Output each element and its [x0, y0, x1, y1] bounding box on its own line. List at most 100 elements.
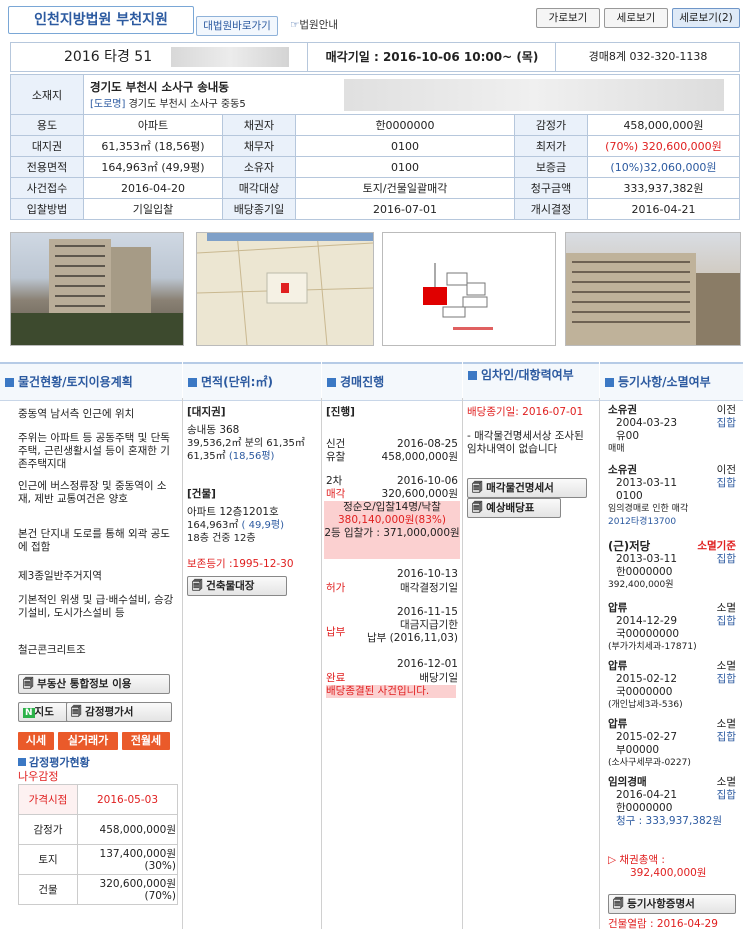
registry-type: 소유권	[608, 464, 637, 476]
vertical-view-button[interactable]: 세로보기	[604, 8, 668, 28]
appraisal-row-label: 토지	[18, 844, 78, 875]
location-map-image[interactable]	[196, 232, 374, 346]
bid-method-label: 입찰방법	[10, 198, 84, 220]
registry-entry: (근)저당 소멸기준 2013-03-11 집합 한0000000 392,400,000…	[608, 540, 736, 592]
creditor-label: 채권자	[222, 114, 296, 136]
horizontal-view-button[interactable]: 가로보기	[536, 8, 600, 28]
filed-label: 사건접수	[10, 177, 84, 199]
round-value: 대금지급기한	[400, 619, 458, 631]
registry-cert-button[interactable]: 🗐 등기사항증명서	[608, 894, 736, 914]
round-value: 458,000,000원	[381, 451, 458, 463]
usage-value: 아파트	[83, 114, 223, 136]
dividend-due: 배당종기일: 2016-07-01	[467, 406, 584, 418]
registry-date: 2013-03-11	[616, 553, 678, 565]
document-icon: 🗐	[192, 580, 203, 592]
map-button[interactable]: N 지도	[18, 702, 70, 722]
status-line: 제3종일반주거지역	[18, 570, 102, 582]
registry-entry: 소유권 이전 2004-03-23 집합 유00 매매	[608, 404, 736, 456]
real-estate-info-button[interactable]: 🗐 부동산 통합정보 이용	[18, 674, 170, 694]
appraisal-row-value: 2016-05-03	[77, 784, 178, 815]
rent-price-button[interactable]: 전월세	[122, 732, 170, 750]
registry-type: 압류	[608, 660, 628, 672]
registry-note2: 2012타경13700	[608, 517, 677, 527]
registry-status: 소멸	[716, 718, 736, 730]
land-right-title: [대지권]	[187, 406, 226, 418]
area-column: [대지권] 송내동 368 39,536,2㎡ 분의 61,35㎡ 61,35㎡…	[183, 398, 322, 929]
registry-note: (개인납세3과-536)	[608, 700, 683, 710]
supreme-court-link[interactable]: 대법원바로가기	[196, 16, 278, 36]
building-register-button[interactable]: 🗐 건축물대장	[187, 576, 287, 596]
total-claim-label: ▷ 채권총액 :	[608, 854, 665, 866]
real-transaction-button[interactable]: 실거래가	[58, 732, 118, 750]
area-value: 164,963㎡ (49,9평)	[83, 156, 223, 178]
registry-entry: 압류 소멸 2014-12-29 집합 국00000000 (부가가치세과-17871)	[608, 602, 736, 654]
registry-entry: 소유권 이전 2013-03-11 집합 0100 임의경매로 인한 매각 2012타경13…	[608, 464, 736, 529]
court-guide-label: 법원안내	[299, 19, 339, 31]
round-date: 2016-08-25	[396, 438, 458, 450]
land-right-value: 61,353㎡ (18,56평)	[83, 135, 223, 157]
registry-type: (근)저당	[608, 539, 651, 553]
sale-statement-button[interactable]: 🗐 매각물건명세서	[467, 478, 587, 498]
bullet-icon	[327, 378, 336, 387]
hand-pointer-icon: ☞	[289, 19, 300, 31]
land-area: 61,35㎡ (18,56평)	[187, 451, 275, 462]
registry-entry: 압류 소멸 2015-02-27 집합 부00000 (소사구세무과-0227)	[608, 718, 736, 770]
round-date: 2016-10-13	[396, 568, 458, 580]
bullet-icon	[605, 378, 614, 387]
appraisal-row-label: 건물	[18, 874, 78, 905]
appraisal-row-value: 137,400,000원 (30%)	[77, 844, 178, 875]
round-label: 매각	[326, 488, 346, 500]
registry-entry: 압류 소멸 2015-02-12 집합 국0000000 (개인납세3과-536)	[608, 660, 736, 712]
start-decision-value: 2016-04-21	[587, 198, 740, 220]
appraisal-org: 나우감정	[18, 770, 59, 783]
start-decision-label: 개시결정	[514, 198, 588, 220]
sale-target-value: 토지/건물일괄매각	[295, 177, 515, 199]
appraisal-report-button[interactable]: 🗐 감정평가서	[66, 702, 172, 722]
site-plan-image[interactable]	[382, 232, 556, 346]
registry-column: 소유권 이전 2004-03-23 집합 유00 매매 소유권 이전 2013-03-11 집합 0…	[600, 398, 743, 930]
registry-collective: 집합	[716, 789, 736, 801]
total-claim-value: 392,400,000원	[630, 867, 707, 879]
appraisal-label: 감정가	[514, 114, 588, 136]
tenant-note: - 매각물건명세서상 조사된 임차내역이 없습니다	[467, 430, 584, 455]
round-label: 납부	[326, 626, 346, 638]
owner-value: 0100	[295, 156, 515, 178]
registry-holder: 한0000000	[616, 802, 673, 814]
winning-bid-box: 정순오/입찰14명/낙찰 380,140,000원(83%) 2등 입찰가 : …	[324, 501, 460, 559]
market-price-button[interactable]: 시세	[18, 732, 54, 750]
registry-entry: 임의경매 소멸 2016-04-21 집합 한0000000 청구 : 333,937,3…	[608, 776, 736, 828]
round-value: 배당기일	[419, 672, 458, 684]
naver-map-icon: N	[23, 708, 35, 718]
sale-target-label: 매각대상	[222, 177, 296, 199]
document-icon: 🗐	[71, 706, 82, 718]
appraisal-value: 458,000,000원	[587, 114, 740, 136]
expected-dividend-button[interactable]: 🗐 예상배당표	[467, 498, 561, 518]
registry-note: 청구 : 333,937,382원	[616, 815, 722, 827]
registry-holder: 국00000000	[616, 628, 680, 640]
court-guide-link[interactable]: ☞법원안내	[284, 16, 344, 34]
section-tenant: 임차인/대항력여부	[463, 362, 599, 401]
section-property-status: 물건현황/토지이용계획	[0, 362, 182, 401]
building-photo-1[interactable]	[10, 232, 184, 346]
building-photo-2[interactable]	[565, 232, 741, 346]
land-right-label: 대지권	[10, 135, 84, 157]
round-value: 매각결정기일	[400, 582, 458, 594]
appraisal-row-label: 가격시점	[18, 784, 78, 815]
registry-date: 2004-03-23	[616, 417, 678, 429]
building-unit: 아파트 12층1201호	[187, 506, 279, 518]
status-line: 중동역 남서측 인근에 위치	[18, 408, 135, 420]
land-address: 송내동 368	[187, 424, 240, 436]
round-label: 신건	[326, 438, 346, 450]
registry-date: 2013-03-11	[616, 477, 678, 489]
bullet-icon	[5, 378, 14, 387]
round-value: 납부 (2016,11,03)	[367, 632, 458, 644]
registry-status: 이전	[716, 464, 736, 476]
document-icon: 🗐	[472, 482, 483, 494]
redacted-block	[171, 47, 289, 67]
appraisal-row-value: 320,600,000원 (70%)	[77, 874, 178, 905]
registry-date: 2015-02-12	[616, 673, 678, 685]
area-label: 전용면적	[10, 156, 84, 178]
dividend-due-label: 배당종기일	[222, 198, 296, 220]
section-auction-progress: 경매진행	[322, 362, 462, 401]
vertical-view2-button[interactable]: 세로보기(2)	[672, 8, 740, 28]
